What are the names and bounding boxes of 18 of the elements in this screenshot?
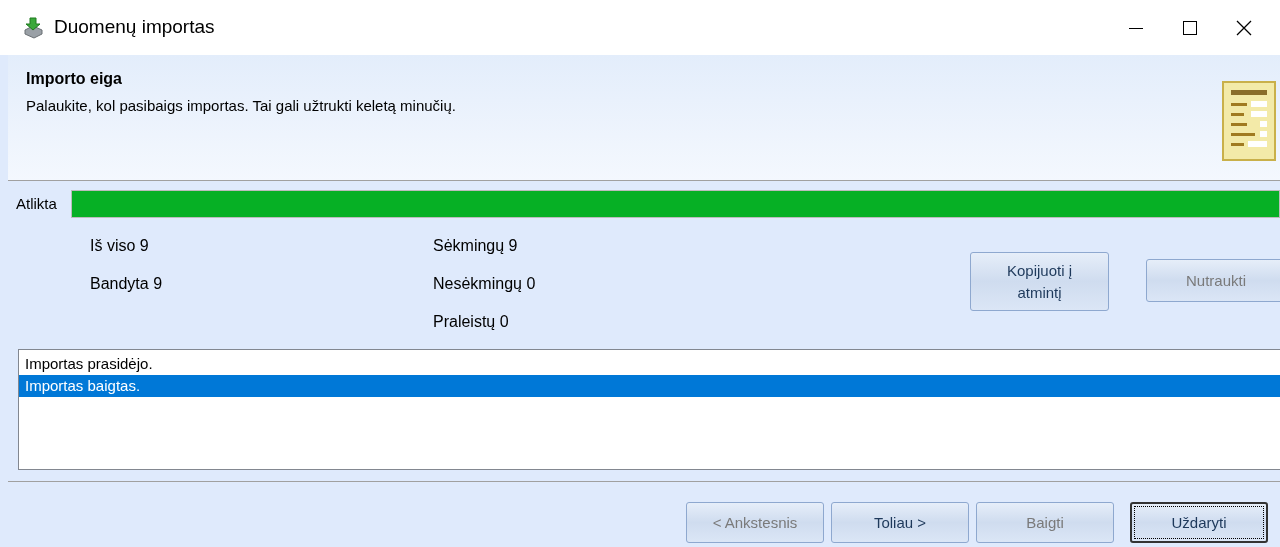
close-icon[interactable] xyxy=(1236,19,1252,36)
dialog-button[interactable]: Uždaryti xyxy=(1130,502,1268,543)
stat-label: Nesėkmingų 0 xyxy=(433,274,537,294)
log-entry[interactable]: Importas baigtas. xyxy=(19,375,1280,397)
stat-label: Praleistų 0 xyxy=(433,312,510,332)
copy-button[interactable]: Kopijuoti į atmintį xyxy=(970,252,1109,311)
download-drive-icon xyxy=(22,16,44,39)
stat-label: Iš viso 9 xyxy=(90,236,150,256)
form-document-icon xyxy=(1222,81,1276,161)
stat-label: Bandyta 9 xyxy=(90,274,164,294)
log-entry[interactable]: Importas prasidėjo. xyxy=(19,353,1280,375)
step-description: Palaukite, kol pasibaigs importas. Tai gali užtrukti keletą minučių. xyxy=(26,96,456,116)
step-title: Importo eiga xyxy=(26,69,123,89)
progress-label: Atlikta xyxy=(16,193,57,214)
window-title: Duomenų importas xyxy=(54,15,215,40)
maximize-icon[interactable] xyxy=(1182,19,1198,36)
stat-label: Sėkmingų 9 xyxy=(433,236,519,256)
dialog-button[interactable]: Toliau > xyxy=(831,502,969,543)
